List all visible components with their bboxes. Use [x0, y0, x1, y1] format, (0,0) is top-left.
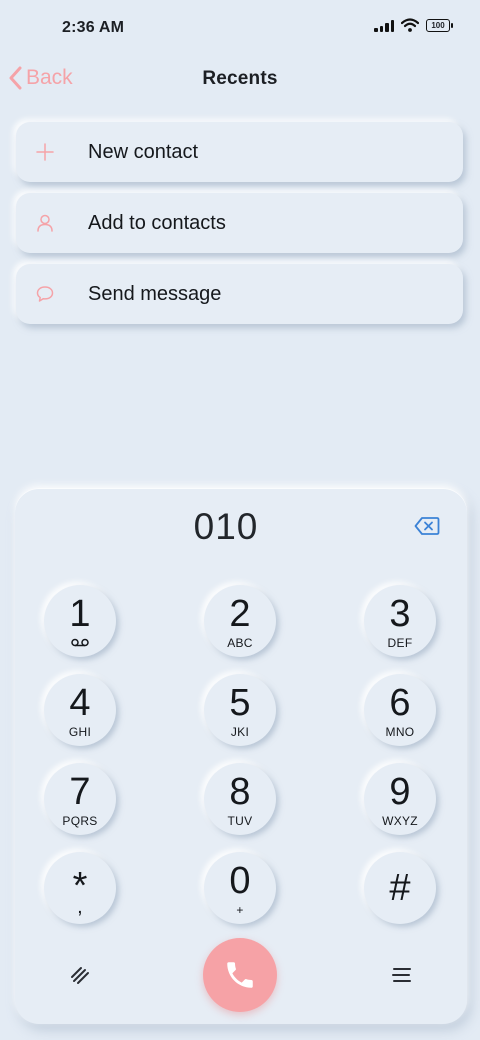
- status-time: 2:36 AM: [62, 19, 125, 36]
- battery-icon: 100: [426, 18, 453, 32]
- phone-icon: [227, 962, 253, 988]
- key-letters: ,: [77, 896, 83, 918]
- send-message-button[interactable]: Send message: [16, 264, 463, 324]
- signal-icon: [374, 19, 394, 32]
- key-6[interactable]: 6 MNO: [364, 674, 436, 746]
- key-letters: PQRS: [62, 814, 98, 828]
- voicemail-icon: [71, 638, 89, 647]
- key-letters: ABC: [227, 636, 253, 650]
- key-digit: 0: [229, 860, 251, 902]
- key-star[interactable]: * ,: [44, 852, 116, 924]
- key-letters: WXYZ: [382, 814, 418, 828]
- key-digit: 9: [389, 771, 411, 813]
- key-digit: 7: [69, 771, 91, 813]
- key-letters: DEF: [387, 636, 413, 650]
- new-contact-button[interactable]: New contact: [16, 122, 463, 182]
- key-digit: 3: [389, 593, 411, 635]
- keypad-toggle-icon: [71, 967, 89, 984]
- dialed-number: 010: [193, 506, 259, 547]
- key-0[interactable]: 0 +: [204, 852, 276, 924]
- key-letters: GHI: [68, 725, 92, 739]
- key-digit: 5: [229, 682, 251, 724]
- menu-icon: [392, 968, 411, 982]
- key-1[interactable]: 1: [44, 585, 116, 657]
- key-7[interactable]: 7 PQRS: [44, 763, 116, 835]
- status-icons: 100: [374, 18, 453, 32]
- backspace-icon: [414, 517, 440, 535]
- menu-button[interactable]: [388, 961, 416, 989]
- chat-bubble-icon: [34, 283, 56, 305]
- send-message-label: Send message: [88, 282, 222, 305]
- key-digit: 6: [389, 682, 411, 724]
- add-to-contacts-button[interactable]: Add to contacts: [16, 193, 463, 253]
- key-letters: +: [236, 903, 244, 917]
- key-5[interactable]: 5 JKI: [204, 674, 276, 746]
- plus-icon: [34, 141, 56, 163]
- hide-keypad-button[interactable]: [67, 961, 95, 989]
- wifi-icon: [401, 18, 419, 32]
- new-contact-label: New contact: [88, 140, 199, 163]
- key-digit: 2: [229, 593, 251, 635]
- call-button[interactable]: [203, 938, 277, 1012]
- key-digit: 1: [69, 593, 91, 635]
- key-digit: 8: [229, 771, 251, 813]
- key-letters: TUV: [227, 814, 253, 828]
- key-letters: JKI: [230, 725, 250, 739]
- person-icon: [34, 212, 56, 234]
- key-hash[interactable]: #: [364, 852, 436, 924]
- key-letters: MNO: [385, 725, 415, 739]
- key-9[interactable]: 9 WXYZ: [364, 763, 436, 835]
- key-digit: 4: [69, 682, 91, 724]
- backspace-button[interactable]: [414, 516, 440, 536]
- key-3[interactable]: 3 DEF: [364, 585, 436, 657]
- key-2[interactable]: 2 ABC: [204, 585, 276, 657]
- add-to-contacts-label: Add to contacts: [88, 211, 226, 234]
- page-title: Recents: [202, 68, 278, 89]
- key-digit: #: [389, 867, 411, 909]
- status-bar: 2:36 AM 100: [0, 0, 480, 56]
- key-4[interactable]: 4 GHI: [44, 674, 116, 746]
- key-8[interactable]: 8 TUV: [204, 763, 276, 835]
